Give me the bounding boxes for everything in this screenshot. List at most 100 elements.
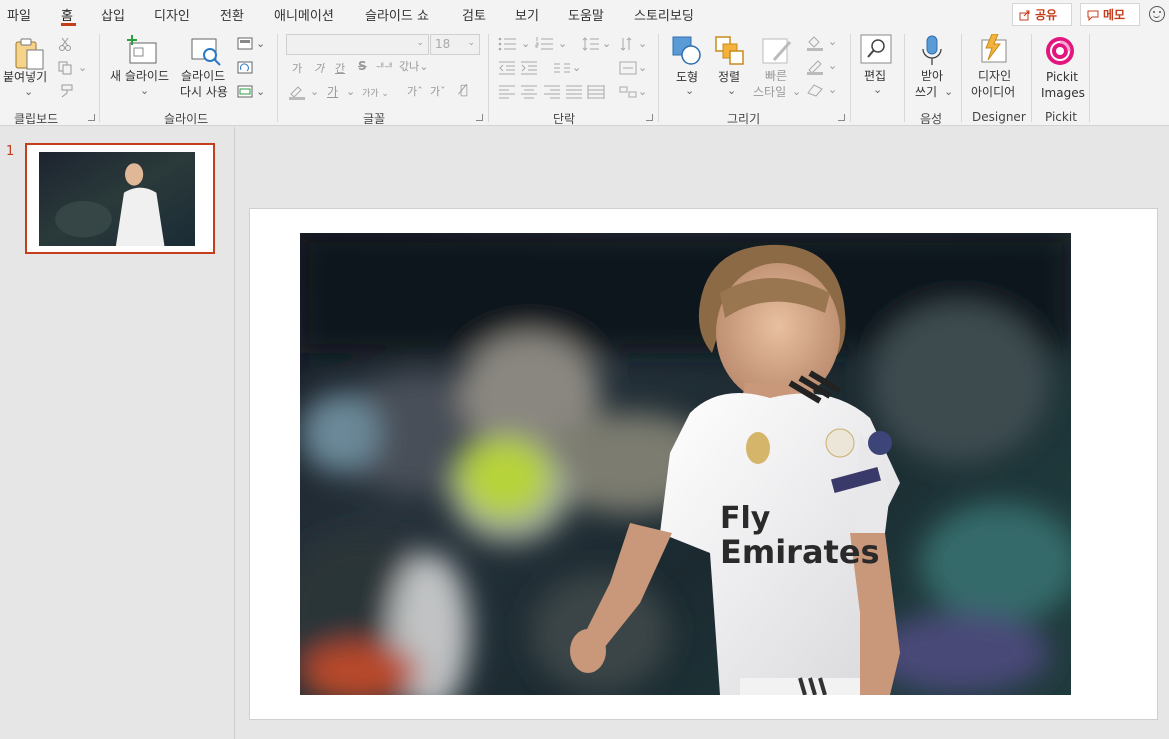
font-color-chevron-icon: ⌄ <box>346 85 356 98</box>
shape-fill-chevron-icon: ⌄ <box>828 35 838 48</box>
new-slide-icon[interactable] <box>126 35 158 65</box>
shape-fill-icon <box>807 36 823 51</box>
cut-icon <box>59 37 71 51</box>
shirt-sponsor-text: Fly <box>720 501 771 536</box>
clear-format-icon: 가̸ <box>460 83 468 98</box>
align-left-icon <box>499 85 515 99</box>
new-slide-chevron-icon[interactable]: ⌄ <box>140 84 149 97</box>
reuse-slides-label-line2[interactable]: 다시 사용 <box>180 85 228 100</box>
new-slide-label[interactable]: 새 슬라이드 <box>110 69 169 84</box>
shirt-sponsor-text-line2: Emirates <box>720 533 880 571</box>
arrange-icon[interactable] <box>715 36 745 66</box>
share-button[interactable]: 공유 <box>1012 3 1072 26</box>
design-ideas-label-line2[interactable]: 아이디어 <box>971 85 1015 100</box>
shapes-icon[interactable] <box>672 36 702 66</box>
microphone-icon[interactable] <box>921 35 943 67</box>
font-color-icon: 가 <box>327 85 339 99</box>
text-direction-icon <box>620 37 632 51</box>
group-separator <box>904 34 905 122</box>
font-launcher-icon[interactable] <box>476 114 483 121</box>
paste-button-label[interactable]: 붙여넣기 <box>3 70 47 85</box>
tab-insert[interactable]: 삽입 <box>101 5 125 24</box>
tab-slideshow[interactable]: 슬라이드 쇼 <box>365 5 429 24</box>
pickit-logo-icon[interactable] <box>1045 36 1075 66</box>
menu-bar: 파일 홈 삽입 디자인 전환 애니메이션 슬라이드 쇼 검토 보기 도움말 스토… <box>0 0 1169 28</box>
quick-styles-chevron-icon: ⌄ <box>792 85 802 98</box>
quick-styles-label-line1: 빠른 <box>765 69 788 83</box>
feedback-smiley-icon[interactable] <box>1149 6 1165 22</box>
dictate-label-line2[interactable]: 쓰기 <box>915 85 937 100</box>
tab-storyboarding[interactable]: 스토리보딩 <box>634 5 694 24</box>
quick-styles-label-line2: 스타일 <box>753 85 787 99</box>
dictate-chevron-icon[interactable]: ⌄ <box>944 85 953 98</box>
clipboard-launcher-icon[interactable] <box>88 114 95 121</box>
tab-help[interactable]: 도움말 <box>568 5 604 24</box>
clipboard-group-label: 클립보드 <box>14 112 59 126</box>
slide-photo[interactable]: Fly Emirates <box>300 233 1071 695</box>
bullets-chevron-icon: ⌄ <box>521 37 531 50</box>
copy-dropdown-chevron-icon: ⌄ <box>78 61 88 74</box>
strikethrough-icon: ᆊᆊ <box>376 63 393 73</box>
design-ideas-label-line1[interactable]: 디자인 <box>978 69 1011 84</box>
shapes-chevron-icon[interactable]: ⌄ <box>685 84 694 97</box>
tab-transitions[interactable]: 전환 <box>220 5 244 24</box>
designer-group-label: Designer <box>972 110 1026 124</box>
line-spacing-chevron-icon: ⌄ <box>602 37 612 50</box>
tab-home[interactable]: 홈 <box>61 5 73 24</box>
font-group-label: 글꼴 <box>363 112 386 126</box>
shape-outline-icon <box>807 60 823 75</box>
align-right-icon <box>544 85 560 99</box>
tab-review[interactable]: 검토 <box>462 5 486 24</box>
arrange-label[interactable]: 정렬 <box>718 70 740 85</box>
increase-indent-icon <box>521 61 537 75</box>
smartart-icon <box>619 86 637 98</box>
group-separator <box>961 34 962 122</box>
comment-icon <box>1087 10 1099 21</box>
layout-icon[interactable] <box>237 37 253 51</box>
quick-styles-icon <box>762 38 792 64</box>
group-separator <box>488 34 489 122</box>
pickit-label-line1[interactable]: Pickit <box>1046 70 1078 85</box>
shadow-s-icon: S <box>358 59 367 73</box>
numbering-chevron-icon: ⌄ <box>558 37 568 50</box>
group-separator <box>850 34 851 122</box>
drawing-launcher-icon[interactable] <box>838 114 845 121</box>
shapes-label[interactable]: 도형 <box>676 70 698 85</box>
paste-icon[interactable] <box>14 37 46 71</box>
shape-effects-chevron-icon: ⌄ <box>828 83 838 96</box>
group-separator <box>658 34 659 122</box>
justify-icon <box>566 85 582 99</box>
shape-effects-icon <box>807 84 823 97</box>
bullets-icon <box>498 37 516 51</box>
italic-icon: 가 <box>314 62 325 75</box>
distributed-icon <box>587 85 605 99</box>
tab-file[interactable]: 파일 <box>7 5 31 24</box>
font-size-value: 18 <box>435 37 451 51</box>
paragraph-launcher-icon[interactable] <box>646 114 653 121</box>
tab-design[interactable]: 디자인 <box>154 5 190 24</box>
memo-button[interactable]: 메모 <box>1080 3 1140 26</box>
dictate-label-line1[interactable]: 받아 <box>921 69 943 84</box>
group-separator <box>99 34 100 122</box>
tab-view[interactable]: 보기 <box>515 5 539 24</box>
design-ideas-icon[interactable] <box>978 34 1010 64</box>
tab-animations[interactable]: 애니메이션 <box>274 5 334 24</box>
section-chevron-icon[interactable]: ⌄ <box>256 85 265 98</box>
layout-chevron-icon[interactable]: ⌄ <box>256 37 265 50</box>
underline-icon: 간 <box>335 62 346 75</box>
reset-slide-icon[interactable] <box>237 61 253 75</box>
reuse-slides-icon[interactable] <box>190 37 222 67</box>
change-case-icon: 가가 ⌄ <box>362 89 389 99</box>
section-icon[interactable] <box>237 85 253 99</box>
editing-label[interactable]: 편집 <box>864 69 886 84</box>
find-search-icon[interactable] <box>860 34 892 64</box>
copy-icon <box>58 61 72 75</box>
reuse-slides-label-line1[interactable]: 슬라이드 <box>181 69 225 84</box>
editing-chevron-icon[interactable]: ⌄ <box>873 83 882 96</box>
slide-thumbnail[interactable] <box>25 143 215 254</box>
paste-dropdown-chevron-icon[interactable]: ⌄ <box>24 85 33 98</box>
arrange-chevron-icon[interactable]: ⌄ <box>727 84 736 97</box>
pickit-label-line2[interactable]: Images <box>1041 86 1085 101</box>
highlight-chevron-icon: ⌄ <box>310 85 320 98</box>
numbering-icon <box>535 37 553 50</box>
